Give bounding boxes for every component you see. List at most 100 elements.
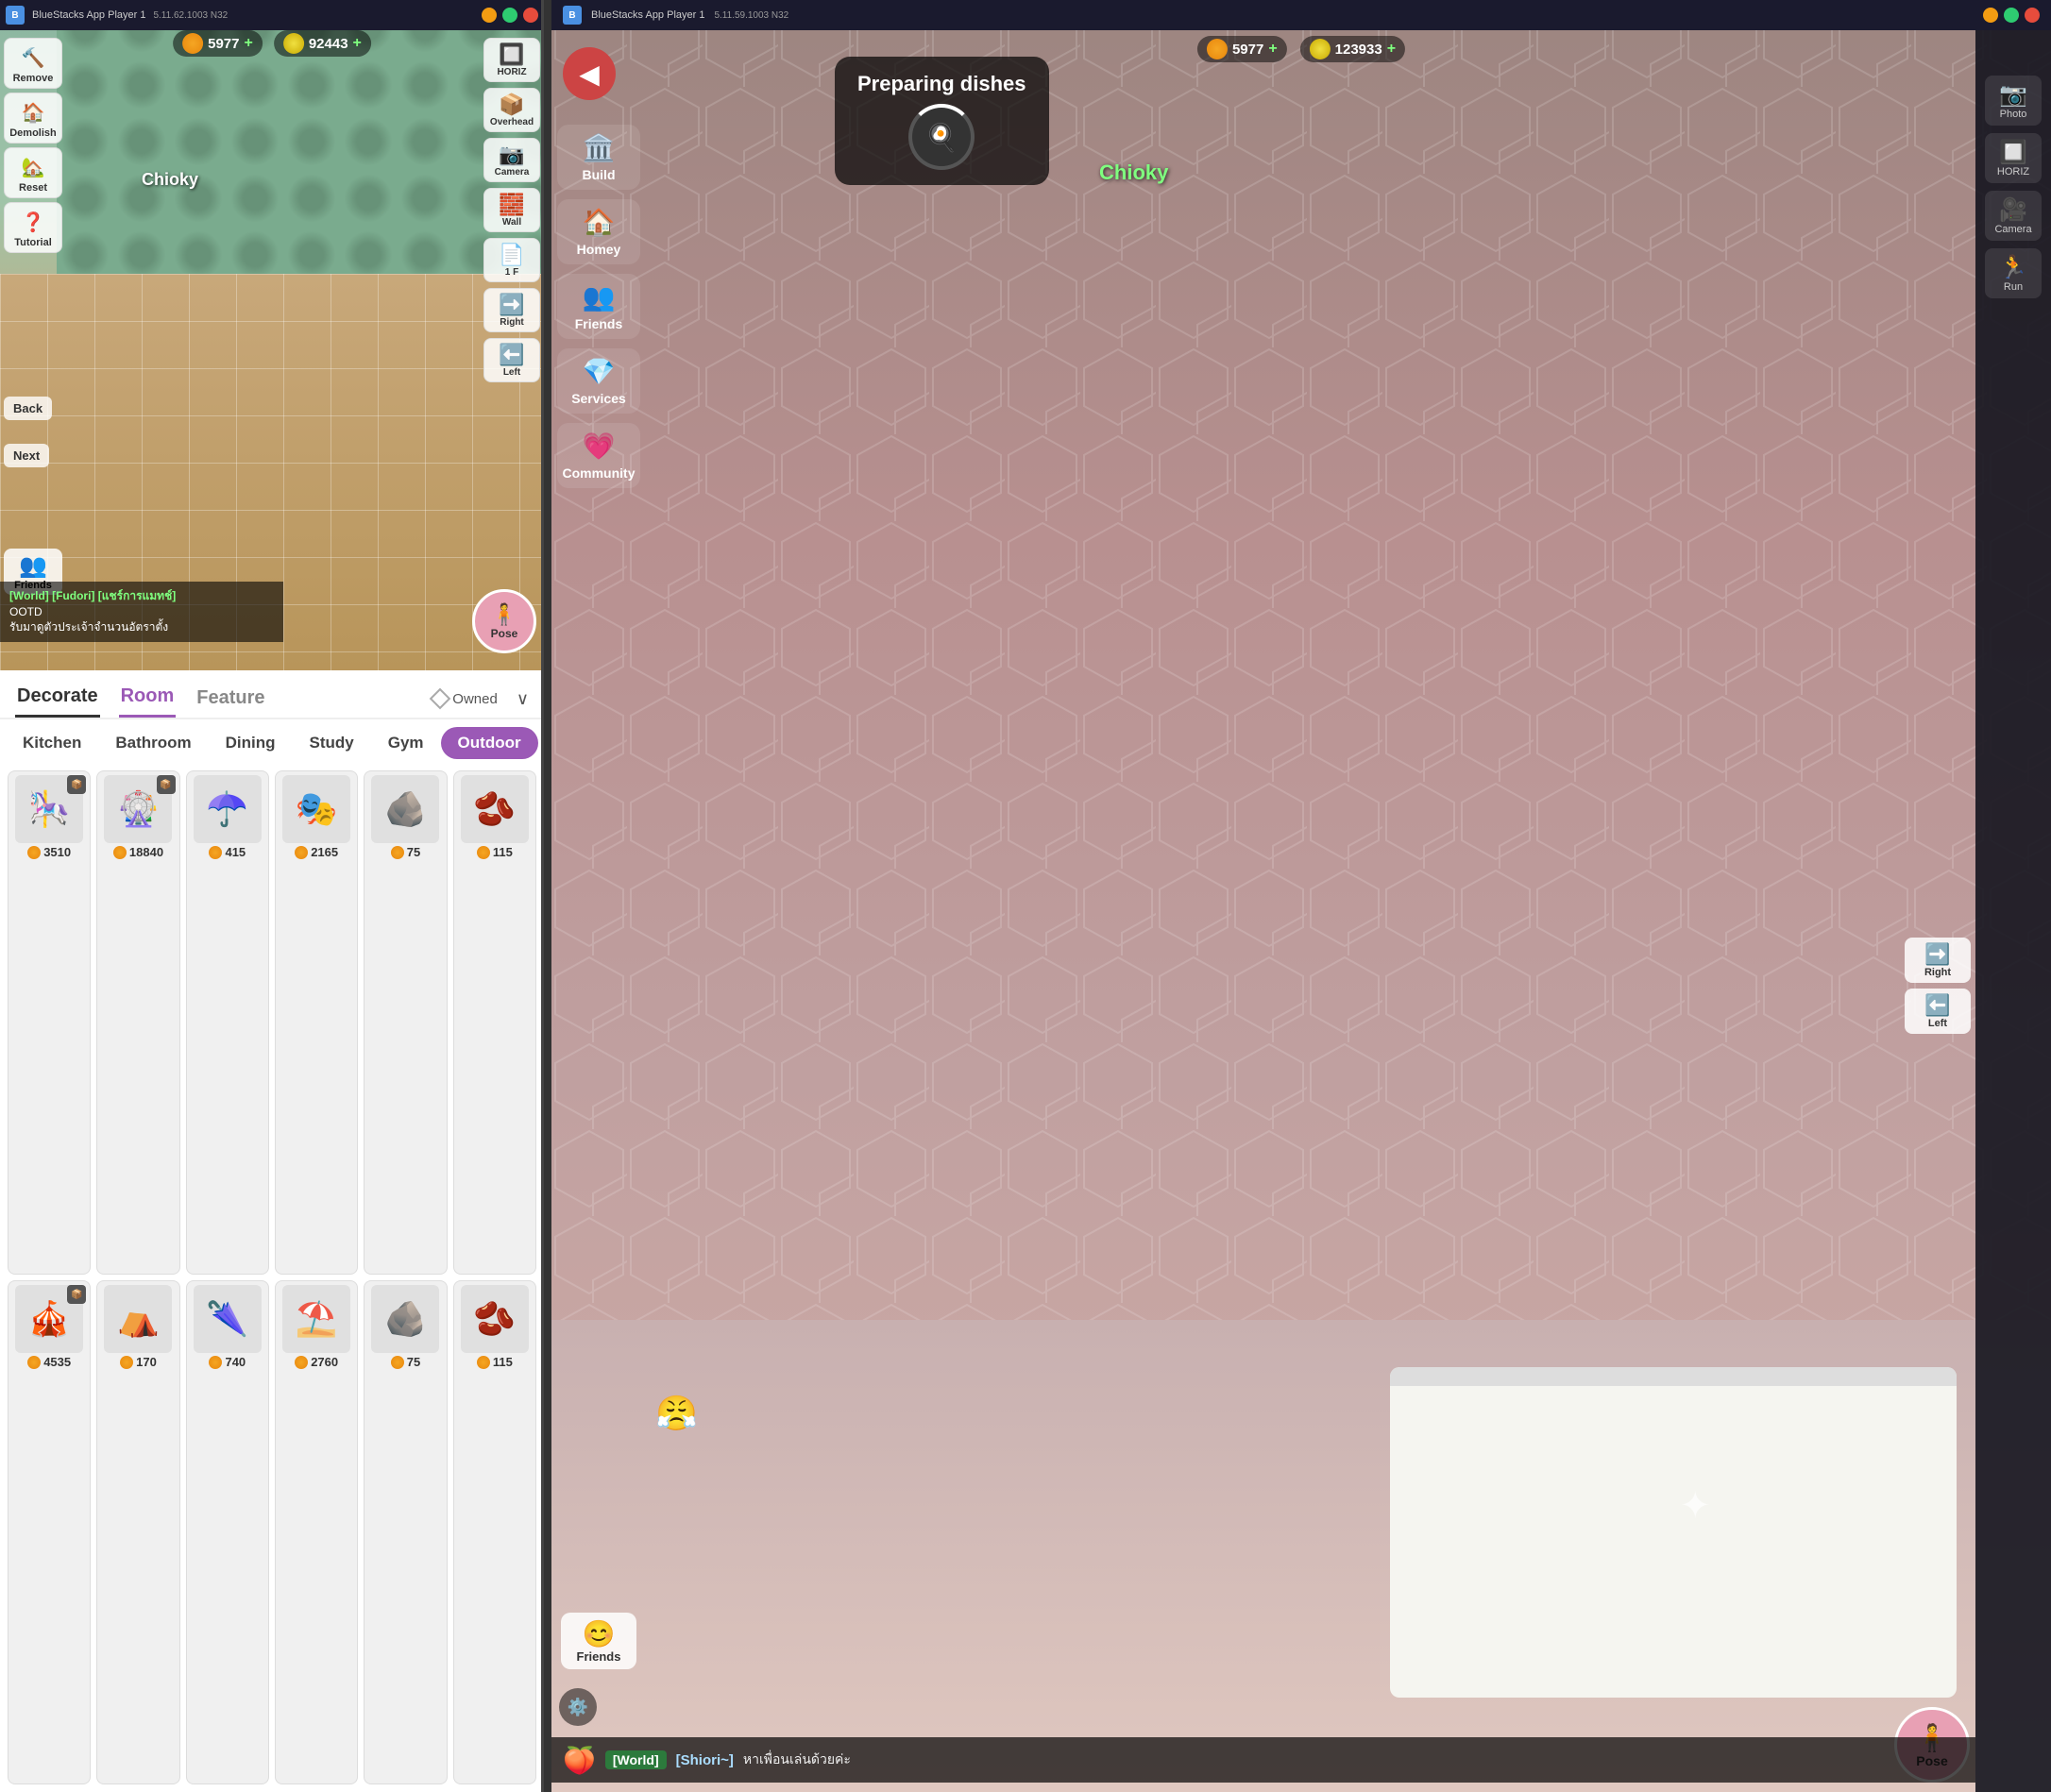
tutorial-icon: ❓ [18,207,48,237]
currency-bar-right: 5977 + 123933 + [1197,36,1405,62]
floor-button[interactable]: 📄 1 F [483,238,540,282]
item-price-4: 75 [391,845,420,859]
reset-button[interactable]: 🏡 Reset [4,147,62,198]
maximize-btn-left[interactable] [502,8,517,23]
camera-button-left[interactable]: 📷 Camera [483,138,540,182]
community-icon: 💗 [583,431,616,462]
coin-plus-right[interactable]: + [1387,41,1396,58]
bluestacks-title-left: BlueStacks App Player 1 [32,9,145,21]
item-price-9: 2760 [295,1355,338,1369]
view-controls-left: 🔲 HORIZ 📦 Overhead 📷 Camera 🧱 Wall 📄 1 F… [480,30,544,390]
left-arrow-button[interactable]: ⬅️ Left [1905,989,1971,1034]
close-btn-right[interactable] [2025,8,2040,23]
item-6[interactable]: 📦 🎪 4535 [8,1280,91,1784]
gem-plus-left[interactable]: + [244,35,252,52]
item-1[interactable]: 📦 🎡 18840 [96,770,179,1275]
demolish-button[interactable]: 🏠 Demolish [4,93,62,144]
settings-button-right[interactable]: ⚙️ [559,1688,597,1726]
gem-icon-right [1207,39,1228,59]
dropdown-arrow[interactable]: ∨ [517,689,529,709]
item-badge-0: 📦 [67,775,86,794]
kitchen-counter [1390,1367,1957,1698]
item-img-11: 🫘 [461,1285,529,1353]
item-grid: 📦 🎠 3510 📦 🎡 18840 ☂️ 415 [0,763,544,1792]
chat-ootd: OOTD [9,605,42,618]
item-img-8: 🌂 [194,1285,262,1353]
cat-dining[interactable]: Dining [209,727,293,759]
left-button-left[interactable]: ⬅️ Left [483,338,540,382]
overhead-label: Overhead [490,117,534,127]
item-11[interactable]: 🫘 115 [453,1280,536,1784]
menu-community[interactable]: 💗 Community [557,423,640,488]
minimize-btn-left[interactable] [482,8,497,23]
item-3[interactable]: 🎭 2165 [275,770,358,1275]
community-label: Community [563,465,636,481]
right-button-left[interactable]: ➡️ Right [483,288,540,332]
coin-currency-left: 92443 + [274,30,371,57]
friends-icon-right: 😊 [583,1618,616,1649]
price-gem-4 [391,846,404,859]
photo-icon: 📷 [1999,81,2027,109]
build-icon: 🏛️ [583,132,616,163]
run-button[interactable]: 🏃 Run [1985,248,2042,298]
item-5[interactable]: 🫘 115 [453,770,536,1275]
item-0[interactable]: 📦 🎠 3510 [8,770,91,1275]
gem-icon-left [182,33,203,54]
demolish-label: Demolish [9,127,57,139]
horiz-label: HORIZ [497,67,526,77]
bluestacks-title-right: BlueStacks App Player 1 [591,9,704,21]
back-button-right[interactable]: ◀ [563,47,616,100]
item-8[interactable]: 🌂 740 [186,1280,269,1784]
owned-badge: Owned [432,691,498,707]
bluestacks-logo-right: B [563,6,582,25]
item-9[interactable]: ⛱️ 2760 [275,1280,358,1784]
menu-friends[interactable]: 👥 Friends [557,274,640,339]
tab-room[interactable]: Room [119,680,177,718]
minimize-btn-right[interactable] [1983,8,1998,23]
cat-gym[interactable]: Gym [371,727,441,759]
coin-icon-left [283,33,304,54]
cat-study[interactable]: Study [293,727,371,759]
window-controls-left [482,8,538,23]
close-btn-left[interactable] [523,8,538,23]
photo-button[interactable]: 📷 Photo [1985,76,2042,126]
gem-plus-right[interactable]: + [1268,41,1277,58]
tab-decorate[interactable]: Decorate [15,680,100,718]
menu-build[interactable]: 🏛️ Build [557,125,640,190]
friends-button-right[interactable]: 😊 Friends [561,1613,636,1669]
left-arrow-label: Left [1928,1018,1947,1029]
currency-bar-left: 5977 + 92443 + [173,30,371,57]
cat-kitchen[interactable]: Kitchen [6,727,98,759]
wall-button[interactable]: 🧱 Wall [483,188,540,232]
horiz-button-right[interactable]: 🔲 HORIZ [1985,133,2042,183]
tutorial-button[interactable]: ❓ Tutorial [4,202,62,253]
maximize-btn-right[interactable] [2004,8,2019,23]
next-button-left[interactable]: Next [4,444,49,467]
price-gem-2 [209,846,222,859]
remove-button[interactable]: 🔨 Remove [4,38,62,89]
item-7[interactable]: ⛺ 170 [96,1280,179,1784]
item-4[interactable]: 🪨 75 [364,770,447,1275]
coin-plus-left[interactable]: + [353,35,362,52]
left-arrow-icon-left: ⬅️ [499,343,524,367]
left-arrow-icon: ⬅️ [1924,993,1950,1018]
window-controls-right [1983,8,2040,23]
chat-tags-left: [World] [Fudori] [แชร์การแมทช์] [9,589,176,602]
menu-homey[interactable]: 🏠 Homey [557,199,640,264]
cat-outdoor[interactable]: Outdoor [441,727,538,759]
item-10[interactable]: 🪨 75 [364,1280,447,1784]
overhead-button[interactable]: 📦 Overhead [483,88,540,132]
horiz-button[interactable]: 🔲 HORIZ [483,38,540,82]
coin-value-right: 123933 [1335,42,1382,58]
pose-button-left[interactable]: 🧍 Pose [472,589,536,653]
menu-services[interactable]: 💎 Services [557,348,640,414]
tab-feature[interactable]: Feature [195,682,266,717]
right-arrow-icon-left: ➡️ [499,293,524,317]
back-button-left[interactable]: Back [4,397,52,420]
right-arrow-button[interactable]: ➡️ Right [1905,938,1971,983]
cat-bathroom[interactable]: Bathroom [98,727,208,759]
camera-button-right[interactable]: 🎥 Camera [1985,191,2042,241]
item-price-0: 3510 [27,845,71,859]
left-panel: B BlueStacks App Player 1 5.11.62.1003 N… [0,0,544,1792]
item-2[interactable]: ☂️ 415 [186,770,269,1275]
